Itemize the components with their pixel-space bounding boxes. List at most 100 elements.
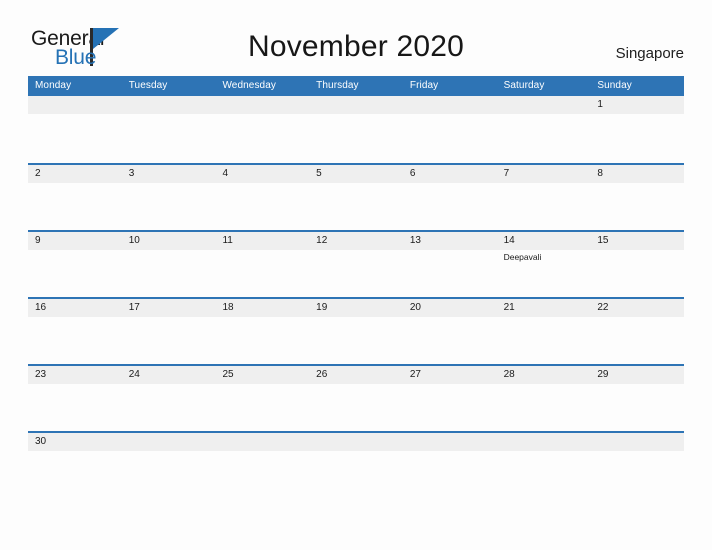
event-cell[interactable] (497, 317, 591, 364)
event-cell[interactable] (309, 317, 403, 364)
event-cell[interactable] (215, 384, 309, 431)
week-row: 2 3 4 5 6 7 8 (28, 163, 684, 230)
day-cell[interactable]: 28 (497, 366, 591, 384)
event-cell[interactable] (309, 250, 403, 297)
day-cell[interactable]: 11 (215, 232, 309, 250)
week-event-area (28, 317, 684, 364)
day-number: 18 (222, 302, 234, 313)
day-cell[interactable]: 23 (28, 366, 122, 384)
day-cell[interactable] (309, 433, 403, 451)
event-cell[interactable]: Deepavali (497, 250, 591, 297)
event-cell[interactable] (28, 451, 122, 498)
week-event-area (28, 114, 684, 161)
day-cell[interactable]: 18 (215, 299, 309, 317)
day-cell[interactable]: 26 (309, 366, 403, 384)
day-cell[interactable]: 4 (215, 165, 309, 183)
event-cell[interactable] (403, 384, 497, 431)
event-cell[interactable] (403, 317, 497, 364)
day-cell[interactable]: 22 (590, 299, 684, 317)
event-cell[interactable] (497, 114, 591, 161)
day-cell[interactable]: 13 (403, 232, 497, 250)
event-cell[interactable] (497, 384, 591, 431)
day-cell[interactable]: 1 (590, 96, 684, 114)
day-cell[interactable] (403, 96, 497, 114)
day-cell[interactable]: 6 (403, 165, 497, 183)
event-cell[interactable] (590, 384, 684, 431)
event-cell[interactable] (215, 317, 309, 364)
event-cell[interactable] (403, 250, 497, 297)
day-cell[interactable]: 5 (309, 165, 403, 183)
day-cell[interactable]: 9 (28, 232, 122, 250)
day-cell[interactable]: 19 (309, 299, 403, 317)
day-cell[interactable]: 2 (28, 165, 122, 183)
event-cell[interactable] (403, 451, 497, 498)
event-cell[interactable] (28, 384, 122, 431)
event-cell[interactable] (590, 114, 684, 161)
day-cell[interactable]: 30 (28, 433, 122, 451)
event-cell[interactable] (28, 317, 122, 364)
event-cell[interactable] (122, 384, 216, 431)
event-cell[interactable] (28, 183, 122, 230)
week-event-area (28, 183, 684, 230)
day-cell[interactable] (28, 96, 122, 114)
event-cell[interactable] (122, 317, 216, 364)
country-label: Singapore (615, 45, 684, 62)
day-cell[interactable]: 10 (122, 232, 216, 250)
day-cell[interactable] (403, 433, 497, 451)
event-cell[interactable] (309, 384, 403, 431)
day-cell[interactable]: 7 (497, 165, 591, 183)
event-cell[interactable] (215, 114, 309, 161)
day-cell[interactable]: 24 (122, 366, 216, 384)
event-cell[interactable] (590, 317, 684, 364)
day-cell[interactable]: 17 (122, 299, 216, 317)
event-cell[interactable] (122, 114, 216, 161)
day-cell[interactable]: 21 (497, 299, 591, 317)
event-cell[interactable] (122, 250, 216, 297)
day-cell[interactable] (215, 433, 309, 451)
event-cell[interactable] (215, 451, 309, 498)
event-cell[interactable] (590, 250, 684, 297)
day-cell[interactable] (590, 433, 684, 451)
event-cell[interactable] (590, 183, 684, 230)
event-cell[interactable] (309, 183, 403, 230)
day-cell[interactable]: 16 (28, 299, 122, 317)
day-cell[interactable]: 29 (590, 366, 684, 384)
day-cell[interactable] (122, 96, 216, 114)
day-number: 10 (128, 235, 140, 246)
weekday-header-tuesday: Tuesday (128, 80, 168, 91)
event-cell[interactable] (215, 183, 309, 230)
day-number: 22 (597, 302, 609, 313)
day-number: 15 (597, 235, 609, 246)
day-number: 9 (35, 235, 41, 246)
day-cell[interactable] (215, 96, 309, 114)
event-cell[interactable] (309, 114, 403, 161)
day-cell[interactable]: 27 (403, 366, 497, 384)
day-cell[interactable]: 3 (122, 165, 216, 183)
event-cell[interactable] (28, 250, 122, 297)
day-number: 20 (409, 302, 421, 313)
day-cell[interactable] (497, 433, 591, 451)
day-cell[interactable] (309, 96, 403, 114)
event-cell[interactable] (497, 183, 591, 230)
day-cell[interactable]: 20 (403, 299, 497, 317)
event-cell[interactable] (497, 451, 591, 498)
day-number: 14 (503, 235, 515, 246)
day-cell[interactable]: 25 (215, 366, 309, 384)
day-cell[interactable] (497, 96, 591, 114)
event-cell[interactable] (215, 250, 309, 297)
event-cell[interactable] (403, 114, 497, 161)
week-date-band: 16 17 18 19 20 21 22 (28, 299, 684, 317)
day-cell[interactable] (122, 433, 216, 451)
week-row: 1 (28, 96, 684, 163)
event-cell[interactable] (28, 114, 122, 161)
day-cell[interactable]: 15 (590, 232, 684, 250)
day-cell[interactable]: 14 (497, 232, 591, 250)
day-number: 29 (597, 369, 609, 380)
event-cell[interactable] (403, 183, 497, 230)
event-cell[interactable] (309, 451, 403, 498)
day-cell[interactable]: 12 (309, 232, 403, 250)
event-cell[interactable] (122, 451, 216, 498)
event-cell[interactable] (122, 183, 216, 230)
day-cell[interactable]: 8 (590, 165, 684, 183)
event-cell[interactable] (590, 451, 684, 498)
